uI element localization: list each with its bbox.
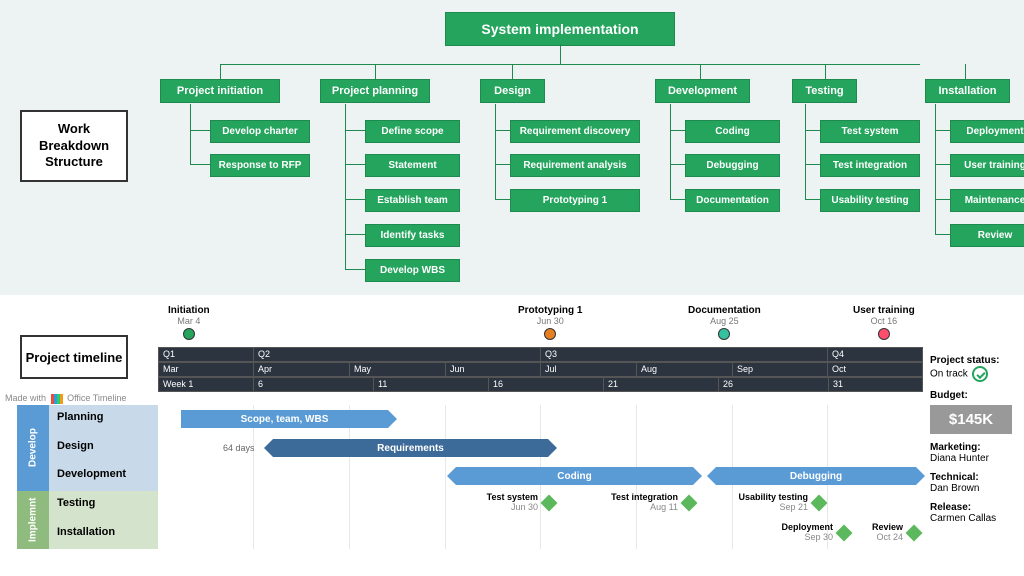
gantt-row-label: Testing: [49, 491, 158, 520]
gantt-row-label: Design: [49, 434, 158, 462]
gantt-bar: Coding: [456, 467, 693, 485]
wbs-root: System implementation: [445, 12, 675, 46]
gantt-grid: Scope, team, WBS 64 days Requirements Co…: [158, 405, 923, 549]
gantt-bar: Requirements: [273, 439, 548, 457]
wbs-phase: Testing: [792, 79, 857, 103]
wbs-phase: Project initiation: [160, 79, 280, 103]
status-label: Project status:: [930, 355, 1018, 366]
wbs-item: Identify tasks: [365, 224, 460, 247]
wbs-section-title: Work Breakdown Structure: [20, 110, 128, 182]
wbs-item: Prototyping 1: [510, 189, 640, 212]
gantt-milestone-icon: [541, 495, 558, 512]
milestone: InitiationMar 4: [168, 305, 210, 340]
side-panel: Project status: On track Budget: $145K M…: [930, 347, 1018, 524]
wbs-item: User training: [950, 154, 1024, 177]
milestone: DocumentationAug 25: [688, 305, 761, 340]
release-label: Release:: [930, 502, 1018, 513]
wbs-phase: Project planning: [320, 79, 430, 103]
budget-value: $145K: [930, 405, 1012, 434]
gantt-row-label: Development: [49, 462, 158, 491]
wbs-item: Requirement discovery: [510, 120, 640, 143]
gantt-duration: 64 days: [223, 443, 255, 453]
wbs-item: Documentation: [685, 189, 780, 212]
wbs-item: Test integration: [820, 154, 920, 177]
gantt-row-label: Installation: [49, 520, 158, 549]
status-value: On track: [930, 369, 968, 380]
wbs-item: Establish team: [365, 189, 460, 212]
wbs-phase: Development: [655, 79, 750, 103]
check-circle-icon: [972, 366, 988, 382]
made-with-label: Made with Office Timeline: [5, 393, 126, 404]
wbs-item: Develop charter: [210, 120, 310, 143]
wbs-phase: Design: [480, 79, 545, 103]
gantt-bar: Debugging: [716, 467, 916, 485]
wbs-item: Requirement analysis: [510, 154, 640, 177]
wbs-item: Deployment: [950, 120, 1024, 143]
milestone: Prototyping 1Jun 30: [518, 305, 582, 340]
gantt-milestone-icon: [681, 495, 698, 512]
timeline-section: Project timeline Made with Office Timeli…: [0, 295, 1024, 576]
wbs-phase: Installation: [925, 79, 1010, 103]
marketing-label: Marketing:: [930, 442, 1018, 453]
wbs-section: Work Breakdown Structure System implemen…: [0, 0, 1024, 295]
gantt-group-implement: Implemnt: [17, 491, 49, 549]
wbs-item: Define scope: [365, 120, 460, 143]
office-timeline-icon: [51, 394, 63, 404]
gantt-milestone-icon: [906, 525, 923, 542]
technical-value: Dan Brown: [930, 483, 1018, 494]
timeline-quarters-row: Q1 Q2 Q3 Q4: [158, 347, 923, 362]
wbs-item: Review: [950, 224, 1024, 247]
wbs-item: Develop WBS: [365, 259, 460, 282]
timeline-weeks-row: Week 1 6 11 16 21 26 31: [158, 377, 923, 392]
wbs-item: Statement: [365, 154, 460, 177]
wbs-item: Response to RFP: [210, 154, 310, 177]
gantt-milestone-icon: [811, 495, 828, 512]
marketing-value: Diana Hunter: [930, 453, 1018, 464]
timeline-section-title: Project timeline: [20, 335, 128, 379]
wbs-item: Test system: [820, 120, 920, 143]
wbs-item: Maintenance: [950, 189, 1024, 212]
release-value: Carmen Callas: [930, 513, 1018, 524]
technical-label: Technical:: [930, 472, 1018, 483]
wbs-item: Debugging: [685, 154, 780, 177]
timeline-months-row: Mar Apr May Jun Jul Aug Sep Oct: [158, 362, 923, 377]
wbs-item: Usability testing: [820, 189, 920, 212]
budget-label: Budget:: [930, 390, 1018, 401]
wbs-item: Coding: [685, 120, 780, 143]
gantt-bar: Scope, team, WBS: [181, 410, 388, 428]
gantt-milestone-icon: [836, 525, 853, 542]
milestone: User trainingOct 16: [853, 305, 915, 340]
gantt-row-label: Planning: [49, 405, 158, 434]
gantt-group-develop: Develop: [17, 405, 49, 491]
